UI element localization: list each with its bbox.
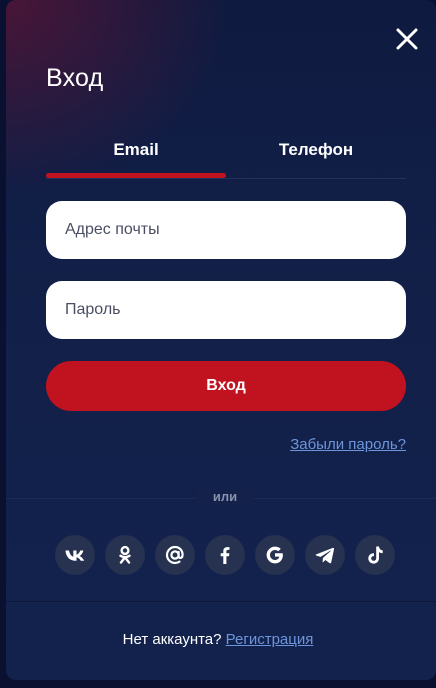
tiktok-button[interactable] <box>355 535 395 575</box>
mail-button[interactable] <box>155 535 195 575</box>
login-modal: Вход Email Телефон Вход Забыли пароль? и… <box>6 0 436 680</box>
facebook-icon <box>220 547 230 564</box>
login-button[interactable]: Вход <box>46 361 406 411</box>
telegram-button[interactable] <box>305 535 345 575</box>
odnoklassniki-icon <box>119 545 131 564</box>
footer-divider <box>6 601 436 602</box>
tab-phone[interactable]: Телефон <box>226 140 406 160</box>
footer: Нет аккаунта? Регистрация <box>0 631 436 648</box>
at-sign-icon <box>165 545 184 565</box>
tabs-underline <box>46 178 406 179</box>
email-field[interactable] <box>46 201 406 259</box>
register-link[interactable]: Регистрация <box>226 631 314 648</box>
tiktok-icon <box>368 546 383 564</box>
tab-email[interactable]: Email <box>46 140 226 160</box>
forgot-password-link[interactable]: Забыли пароль? <box>290 436 406 453</box>
page-title: Вход <box>46 64 104 92</box>
divider-text: или <box>196 489 254 504</box>
telegram-icon <box>315 547 335 564</box>
close-button[interactable] <box>392 24 422 54</box>
close-icon <box>396 28 418 50</box>
vk-icon <box>65 550 85 561</box>
google-button[interactable] <box>255 535 295 575</box>
password-field[interactable] <box>46 281 406 339</box>
facebook-button[interactable] <box>205 535 245 575</box>
vk-button[interactable] <box>55 535 95 575</box>
social-login-row <box>55 535 400 575</box>
login-method-tabs: Email Телефон <box>46 130 406 180</box>
active-tab-indicator <box>46 173 226 178</box>
google-icon <box>266 546 283 564</box>
odnoklassniki-button[interactable] <box>105 535 145 575</box>
footer-question: Нет аккаунта? <box>122 631 222 648</box>
